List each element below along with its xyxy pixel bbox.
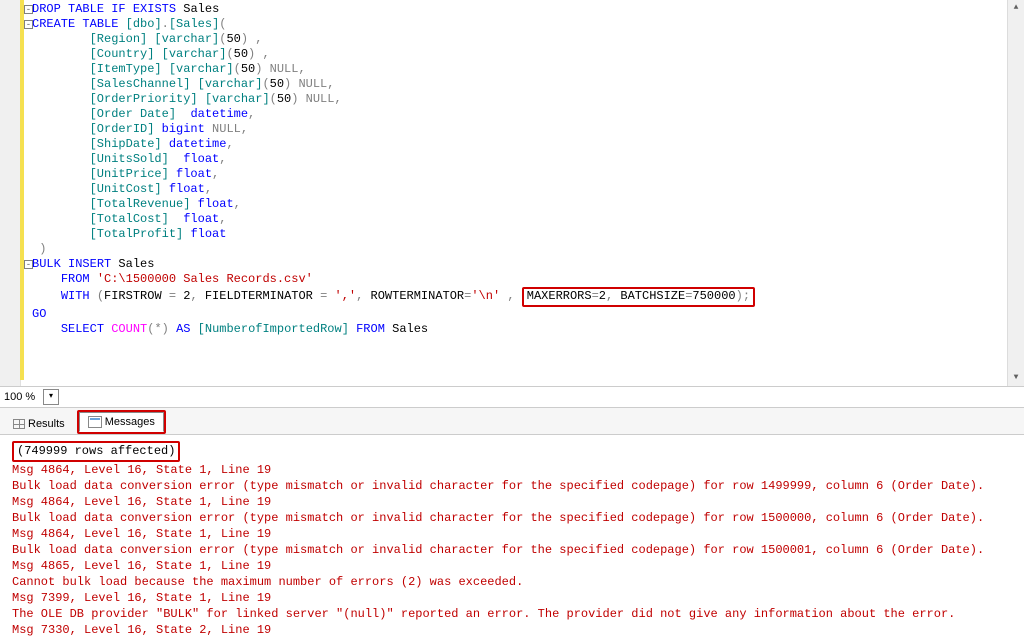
editor-gutter: [0, 0, 21, 386]
rows-affected: (749999 rows affected): [12, 441, 180, 462]
error-line: Msg 7330, Level 16, State 2, Line 19: [12, 622, 1020, 637]
error-line: Msg 4864, Level 16, State 1, Line 19: [12, 494, 1020, 510]
code-line[interactable]: GO: [32, 307, 1024, 322]
code-line[interactable]: SELECT COUNT(*) AS [NumberofImportedRow]…: [32, 322, 1024, 337]
error-line: Cannot bulk load because the maximum num…: [12, 574, 1020, 590]
code-line[interactable]: [TotalProfit] float: [32, 227, 1024, 242]
code-line[interactable]: WITH (FIRSTROW = 2, FIELDTERMINATOR = ',…: [32, 287, 1024, 307]
error-line: The OLE DB provider "BULK" for linked se…: [12, 606, 1020, 622]
messages-pane[interactable]: (749999 rows affected) Msg 4864, Level 1…: [0, 435, 1024, 637]
error-line: Bulk load data conversion error (type mi…: [12, 478, 1020, 494]
code-line[interactable]: [ItemType] [varchar](50) NULL,: [32, 62, 1024, 77]
zoom-dropdown-icon[interactable]: ▾: [43, 389, 59, 405]
code-content[interactable]: DROP TABLE IF EXISTS SalesCREATE TABLE […: [26, 0, 1024, 339]
fold-toggle-icon[interactable]: -: [24, 5, 33, 14]
change-indicator: [20, 0, 24, 380]
code-line[interactable]: [OrderID] bigint NULL,: [32, 122, 1024, 137]
sql-editor[interactable]: ▲ ▼ DROP TABLE IF EXISTS SalesCREATE TAB…: [0, 0, 1024, 387]
code-line[interactable]: [Region] [varchar](50) ,: [32, 32, 1024, 47]
results-tabs: Results Messages: [0, 408, 1024, 435]
zoom-value: 100 %: [4, 387, 38, 407]
code-line[interactable]: [UnitsSold] float,: [32, 152, 1024, 167]
code-line[interactable]: [TotalCost] float,: [32, 212, 1024, 227]
error-line: Msg 4864, Level 16, State 1, Line 19: [12, 462, 1020, 478]
grid-icon: [13, 419, 25, 429]
code-line[interactable]: ): [32, 242, 1024, 257]
error-line: Msg 4865, Level 16, State 1, Line 19: [12, 558, 1020, 574]
code-line[interactable]: [ShipDate] datetime,: [32, 137, 1024, 152]
code-line[interactable]: BULK INSERT Sales: [32, 257, 1024, 272]
code-line[interactable]: [UnitCost] float,: [32, 182, 1024, 197]
tab-results[interactable]: Results: [4, 414, 74, 434]
error-line: Bulk load data conversion error (type mi…: [12, 542, 1020, 558]
code-line[interactable]: [Country] [varchar](50) ,: [32, 47, 1024, 62]
code-line[interactable]: [OrderPriority] [varchar](50) NULL,: [32, 92, 1024, 107]
code-line[interactable]: [SalesChannel] [varchar](50) NULL,: [32, 77, 1024, 92]
error-line: Msg 7399, Level 16, State 1, Line 19: [12, 590, 1020, 606]
tab-messages[interactable]: Messages: [79, 412, 164, 432]
code-line[interactable]: [TotalRevenue] float,: [32, 197, 1024, 212]
code-line[interactable]: CREATE TABLE [dbo].[Sales](: [32, 17, 1024, 32]
code-line[interactable]: [UnitPrice] float,: [32, 167, 1024, 182]
error-line: Bulk load data conversion error (type mi…: [12, 510, 1020, 526]
fold-toggle-icon[interactable]: -: [24, 260, 33, 269]
fold-toggle-icon[interactable]: -: [24, 20, 33, 29]
bulk-options-highlight: MAXERRORS=2, BATCHSIZE=750000);: [522, 287, 755, 307]
scroll-up-icon[interactable]: ▲: [1009, 1, 1023, 15]
code-line[interactable]: FROM 'C:\1500000 Sales Records.csv': [32, 272, 1024, 287]
code-line[interactable]: DROP TABLE IF EXISTS Sales: [32, 2, 1024, 17]
editor-scrollbar[interactable]: ▲ ▼: [1007, 0, 1024, 386]
scroll-down-icon[interactable]: ▼: [1009, 371, 1023, 385]
messages-icon: [88, 416, 102, 428]
tab-messages-label: Messages: [105, 416, 155, 428]
zoom-bar: 100 % ▾: [0, 387, 1024, 408]
code-line[interactable]: [Order Date] datetime,: [32, 107, 1024, 122]
tab-results-label: Results: [28, 418, 65, 430]
error-line: Msg 4864, Level 16, State 1, Line 19: [12, 526, 1020, 542]
